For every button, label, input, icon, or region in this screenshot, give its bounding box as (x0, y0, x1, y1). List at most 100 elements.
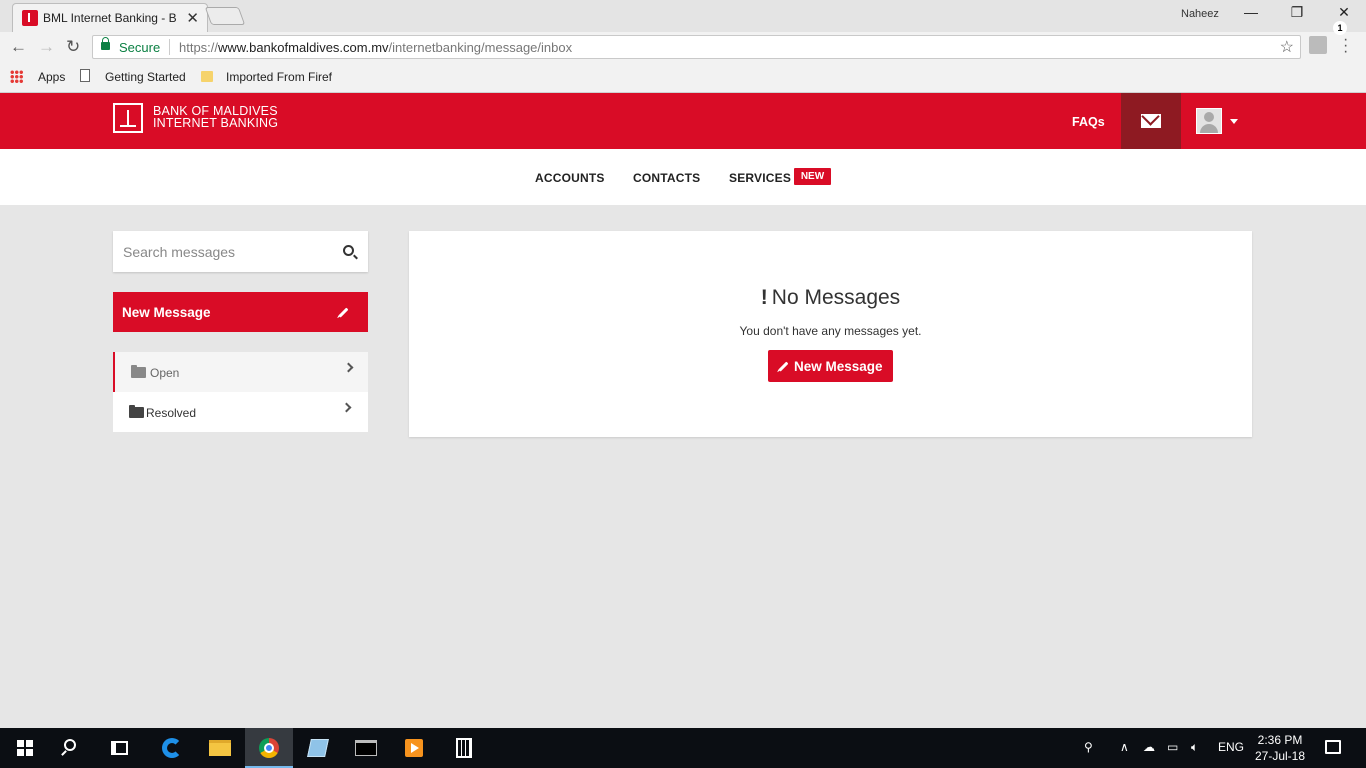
new-badge: NEW (794, 168, 831, 185)
chrome-icon (259, 738, 279, 758)
taskbar-calculator[interactable] (440, 728, 488, 768)
bookmark-folder-icon (201, 71, 213, 82)
extension-icon[interactable] (1309, 36, 1327, 54)
taskbar-notes[interactable] (294, 728, 342, 768)
url-prefix: https:// (179, 40, 219, 55)
browser-toolbar: ← → ↻ Secure https://www.bankofmaldives.… (0, 32, 1366, 62)
taskbar-terminal[interactable] (342, 728, 390, 768)
taskbar-chrome[interactable] (245, 728, 293, 768)
folder-open-label: Open (150, 366, 180, 380)
messages-button[interactable] (1121, 93, 1181, 149)
browser-tab[interactable]: BML Internet Banking - B ✕ (12, 3, 208, 32)
chevron-right-icon (343, 362, 354, 373)
tab-title: BML Internet Banking - B (43, 11, 177, 25)
nav-contacts[interactable]: CONTACTS (633, 171, 700, 185)
faqs-link[interactable]: FAQs (1072, 115, 1105, 129)
network-icon[interactable]: ▭ (1167, 740, 1178, 754)
people-icon[interactable]: ⚲ (1084, 740, 1093, 754)
lock-icon (101, 37, 110, 50)
bml-logo-icon[interactable] (113, 103, 143, 133)
empty-title-text: No Messages (771, 286, 901, 309)
apps-grid-icon[interactable] (10, 70, 23, 83)
pencil-icon (778, 361, 789, 372)
chevron-up-icon[interactable]: ∧ (1120, 740, 1129, 754)
avatar[interactable] (1196, 108, 1222, 134)
main-nav: ACCOUNTS CONTACTS SERVICES NEW (0, 149, 1366, 205)
bookmarks-bar: Apps Getting Started Imported From Firef (0, 62, 1366, 93)
notification-badge: 1 (1333, 21, 1347, 35)
address-bar[interactable]: Secure https://www.bankofmaldives.com.mv… (92, 35, 1301, 59)
mail-icon (1141, 114, 1161, 128)
chevron-right-icon (341, 402, 352, 413)
edge-icon (162, 738, 182, 758)
file-explorer-icon (209, 740, 231, 756)
action-center-icon[interactable] (1325, 740, 1341, 754)
windows-logo-icon (17, 740, 33, 756)
bookmark-imported[interactable]: Imported From Firef (226, 70, 332, 84)
taskbar-search[interactable] (48, 728, 96, 768)
search-icon[interactable] (343, 245, 354, 256)
url-text[interactable]: https://www.bankofmaldives.com.mv/intern… (179, 40, 572, 55)
windows-taskbar: ⚲ ∧ ☁ ▭ 🔈︎ ENG 2:36 PM 27-Jul-18 (0, 728, 1366, 768)
empty-state-title: ! No Messages (409, 286, 1252, 310)
folder-resolved-label: Resolved (146, 406, 197, 420)
new-message-label: New Message (122, 305, 211, 320)
browser-menu-icon[interactable]: · · · (1343, 32, 1348, 60)
onedrive-icon[interactable]: ☁ (1143, 740, 1155, 754)
taskbar-edge[interactable] (148, 728, 196, 768)
new-message-cta-label: New Message (794, 359, 883, 374)
bookmark-apps[interactable]: Apps (38, 70, 65, 84)
bml-favicon-icon (22, 10, 38, 26)
restore-icon[interactable]: ❐ (1282, 4, 1312, 24)
omnibox-divider (169, 39, 170, 55)
folder-open[interactable]: Open (113, 352, 368, 392)
empty-state-text: You don't have any messages yet. (739, 324, 922, 338)
new-tab-button[interactable] (204, 7, 246, 25)
messages-panel: ! No Messages You don't have any messages… (409, 231, 1252, 437)
notes-app-icon (307, 739, 329, 757)
search-box (113, 231, 368, 272)
folder-list: Open Resolved (113, 352, 368, 432)
open-folder-icon (131, 365, 146, 378)
reload-icon[interactable]: ↻ (66, 37, 80, 57)
language-indicator[interactable]: ENG (1218, 740, 1244, 754)
clock-time: 2:36 PM (1257, 733, 1303, 747)
start-button[interactable] (0, 728, 48, 768)
site-header: BANK OF MALDIVES INTERNET BANKING FAQs (0, 93, 1366, 149)
bookmark-star-icon[interactable]: ☆ (1280, 37, 1294, 57)
bookmark-getting-started[interactable]: Getting Started (105, 70, 186, 84)
secure-label: Secure (119, 40, 161, 55)
folder-resolved[interactable]: Resolved (113, 392, 368, 432)
new-message-cta-button[interactable]: New Message (768, 350, 893, 382)
minimize-icon[interactable]: — (1236, 4, 1266, 24)
forward-icon[interactable]: → (38, 37, 55, 57)
terminal-icon (355, 740, 377, 756)
brand-logo-text[interactable]: BANK OF MALDIVES INTERNET BANKING (153, 105, 279, 130)
task-view-button[interactable] (96, 728, 144, 768)
nav-accounts[interactable]: ACCOUNTS (535, 171, 605, 185)
taskbar-media[interactable] (390, 728, 438, 768)
new-message-button[interactable]: New Message (113, 292, 368, 332)
page-icon (80, 69, 90, 82)
profile-name[interactable]: Naheez (1181, 8, 1219, 20)
media-player-icon (405, 739, 423, 757)
close-window-icon[interactable]: ✕ (1329, 4, 1359, 24)
nav-services[interactable]: SERVICES (729, 171, 791, 185)
volume-icon[interactable]: 🔈︎ (1191, 740, 1198, 755)
folder-icon (129, 405, 144, 418)
exclamation-icon: ! (760, 286, 768, 309)
url-host: www.bankofmaldives.com.mv (218, 40, 389, 55)
back-icon[interactable]: ← (10, 37, 27, 57)
search-input[interactable] (113, 231, 333, 272)
tab-close-icon[interactable]: ✕ (186, 9, 199, 27)
url-path: /internetbanking/message/inbox (388, 40, 573, 55)
calculator-icon (456, 738, 472, 758)
search-icon (64, 739, 76, 751)
taskbar-explorer[interactable] (196, 728, 244, 768)
brand-line-2: INTERNET BANKING (153, 116, 279, 130)
clock[interactable]: 2:36 PM 27-Jul-18 (1250, 732, 1310, 764)
browser-tabstrip: BML Internet Banking - B ✕ Naheez — ❐ ✕ (0, 0, 1366, 32)
clock-date: 27-Jul-18 (1254, 749, 1306, 763)
task-view-icon (111, 741, 128, 755)
caret-down-icon[interactable] (1230, 119, 1238, 124)
